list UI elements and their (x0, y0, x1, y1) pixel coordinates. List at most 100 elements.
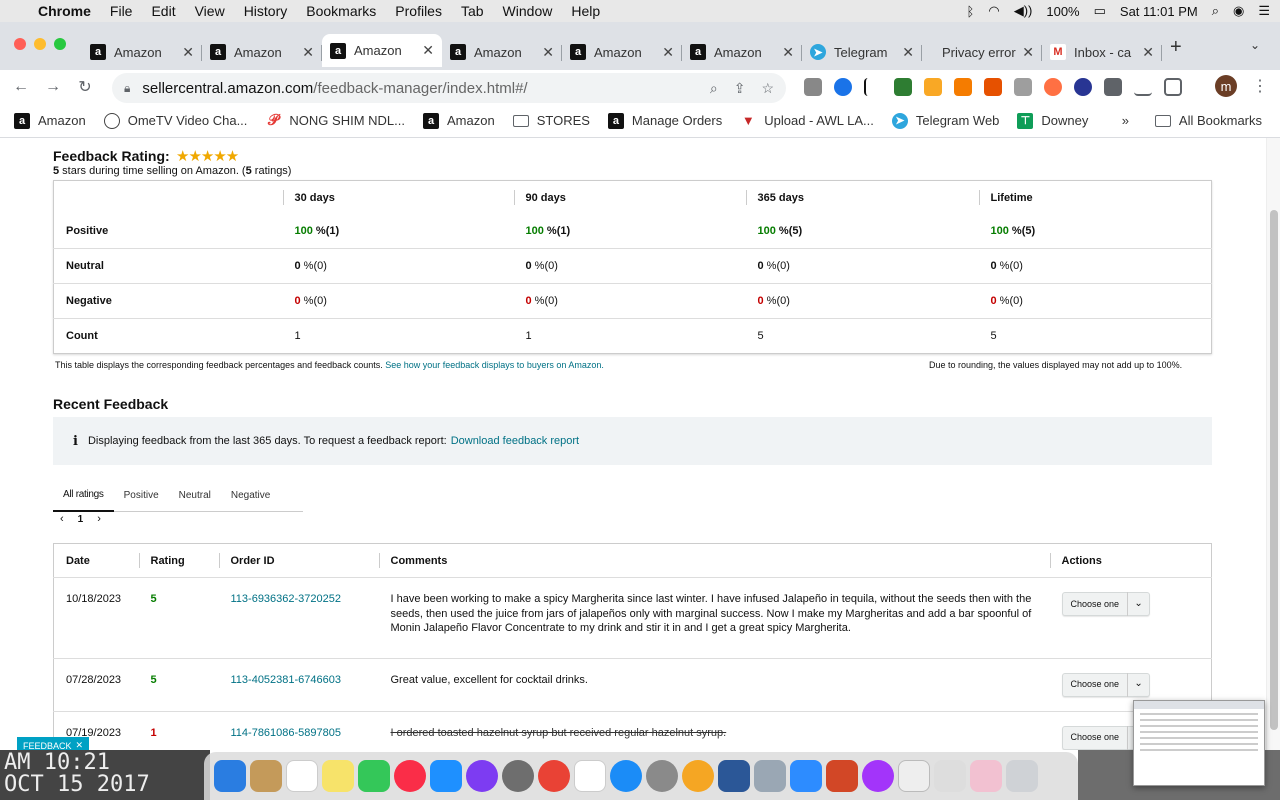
order-id-link[interactable]: 113-6936362-3720252 (231, 593, 342, 605)
menubar-clock[interactable]: Sat 11:01 PM (1120, 4, 1198, 19)
notes-bag-icon[interactable] (250, 760, 282, 792)
extension-rs-icon[interactable] (894, 78, 912, 96)
chevron-down-icon[interactable]: ⌄ (1127, 592, 1149, 616)
chevron-down-icon[interactable]: ⌄ (1127, 672, 1149, 697)
close-tab-icon[interactable]: ✕ (662, 44, 674, 61)
zoom-window-button[interactable] (54, 38, 66, 50)
tab-negative[interactable]: Negative (221, 479, 280, 512)
extension-f-icon[interactable] (1074, 78, 1092, 96)
battery-percent[interactable]: 100% (1046, 4, 1079, 19)
calendar-icon[interactable] (286, 760, 318, 792)
extension-blue-icon[interactable] (834, 78, 852, 96)
tab-search-chevron-icon[interactable]: ⌄ (1250, 38, 1260, 52)
close-tab-icon[interactable]: ✕ (542, 44, 554, 61)
bluetooth-icon[interactable]: ᛒ (967, 4, 975, 19)
close-tab-icon[interactable]: ✕ (182, 44, 194, 61)
tab-7[interactable]: Privacy error ✕ (922, 37, 1042, 67)
bookmark-star-icon[interactable]: ☆ (761, 80, 774, 97)
back-arrow-icon[interactable]: ← (10, 78, 32, 96)
menu-edit[interactable]: Edit (151, 3, 175, 19)
screenshot-preview-thumbnail[interactable] (1133, 700, 1265, 786)
close-tab-icon[interactable]: ✕ (422, 42, 434, 59)
close-tab-icon[interactable]: ✕ (1022, 44, 1034, 61)
download-report-link[interactable]: Download feedback report (451, 435, 579, 447)
tab-4[interactable]: a Amazon ✕ (562, 37, 682, 67)
tab-8[interactable]: M Inbox - ca ✕ (1042, 37, 1162, 67)
preview-icon[interactable] (754, 760, 786, 792)
actions-dropdown[interactable]: Choose one ⌄ (1061, 672, 1151, 697)
page-scrollbar[interactable] (1266, 138, 1280, 750)
chrome-menu-icon[interactable]: ⋮ (1252, 76, 1268, 96)
menu-app-chrome[interactable]: Chrome (38, 3, 91, 19)
extension-feather-icon[interactable] (864, 78, 882, 96)
facetime-icon[interactable] (358, 760, 390, 792)
forward-arrow-icon[interactable]: → (42, 78, 64, 96)
trash-icon[interactable] (1006, 760, 1038, 792)
extension-orange-icon[interactable] (1044, 78, 1062, 96)
tab-neutral[interactable]: Neutral (169, 479, 221, 512)
reload-icon[interactable]: ↻ (74, 77, 96, 97)
siri-icon[interactable]: ◉ (1233, 3, 1244, 19)
powerpoint-icon[interactable] (826, 760, 858, 792)
tab-positive[interactable]: Positive (114, 479, 169, 512)
bookmarks-overflow-button[interactable]: » (1122, 113, 1129, 128)
wifi-icon[interactable]: ◠ (988, 3, 999, 19)
photo-thumb-icon[interactable] (970, 760, 1002, 792)
next-page-chevron-icon[interactable]: › (97, 513, 101, 525)
order-id-link[interactable]: 113-4052381-6746603 (231, 674, 342, 686)
menu-window[interactable]: Window (503, 3, 553, 19)
bookmark-stores[interactable]: STORES (512, 113, 590, 128)
system-preferences-icon[interactable] (502, 760, 534, 792)
bookmark-amazon[interactable]: a Amazon (14, 112, 86, 129)
menu-help[interactable]: Help (571, 3, 600, 19)
actions-dropdown[interactable]: Choose one ⌄ (1061, 592, 1151, 616)
extension-cube-icon[interactable] (1014, 78, 1032, 96)
launchpad-icon[interactable] (646, 760, 678, 792)
music-icon[interactable] (394, 760, 426, 792)
bookmark-amazon-2[interactable]: a Amazon (423, 112, 495, 129)
reminders-icon[interactable] (574, 760, 606, 792)
tab-6[interactable]: ➤ Telegram ✕ (802, 37, 922, 67)
safari-icon[interactable] (610, 760, 642, 792)
address-bar[interactable]: 🔒︎ sellercentral.amazon.com /feedback-ma… (112, 73, 786, 103)
extensions-puzzle-icon[interactable] (1104, 78, 1122, 96)
new-tab-button[interactable]: + (1170, 36, 1182, 59)
extension-aplus-icon[interactable] (924, 78, 942, 96)
extension-off-icon[interactable] (804, 78, 822, 96)
lock-icon[interactable]: 🔒︎ (124, 81, 130, 96)
menu-view[interactable]: View (195, 3, 225, 19)
word-icon[interactable] (718, 760, 750, 792)
battery-icon[interactable]: ▭ (1094, 3, 1106, 19)
siri-dock-icon[interactable] (466, 760, 498, 792)
order-id-link[interactable]: 114-7861086-5897805 (231, 727, 342, 739)
chrome-icon[interactable] (538, 760, 570, 792)
menu-file[interactable]: File (110, 3, 133, 19)
stickies-icon[interactable] (322, 760, 354, 792)
buyer-display-link[interactable]: See how your feedback displays to buyers… (385, 360, 604, 370)
spotlight-search-icon[interactable]: ⌕ (1212, 3, 1219, 19)
tab-all-ratings[interactable]: All ratings (53, 479, 114, 512)
volume-icon[interactable]: ◀)) (1014, 3, 1033, 19)
tab-1[interactable]: a Amazon ✕ (202, 37, 322, 67)
bookmark-telegram-web[interactable]: ➤ Telegram Web (891, 112, 999, 129)
extension-js-icon[interactable] (954, 78, 972, 96)
tab-0[interactable]: a Amazon ✕ (82, 37, 202, 67)
bookmark-upload-awl[interactable]: ▼ Upload - AWL LA... (740, 113, 874, 129)
side-panel-icon[interactable] (1164, 78, 1182, 96)
photos-icon[interactable] (682, 760, 714, 792)
close-tab-icon[interactable]: ✕ (302, 44, 314, 61)
close-tab-icon[interactable]: ✕ (782, 44, 794, 61)
share-icon[interactable]: ⇪ (734, 80, 746, 97)
image-thumb-icon[interactable] (934, 760, 966, 792)
app-store-icon[interactable] (430, 760, 462, 792)
control-center-icon[interactable]: ☰ (1258, 3, 1270, 19)
bookmark-manage-orders[interactable]: a Manage Orders (607, 112, 722, 129)
all-bookmarks-button[interactable]: All Bookmarks (1154, 113, 1262, 128)
menu-profiles[interactable]: Profiles (395, 3, 442, 19)
tab-3[interactable]: a Amazon ✕ (442, 37, 562, 67)
prev-page-chevron-icon[interactable]: ‹ (60, 513, 64, 525)
menu-tab[interactable]: Tab (461, 3, 484, 19)
minimize-window-button[interactable] (34, 38, 46, 50)
close-tab-icon[interactable]: ✕ (1142, 44, 1154, 61)
page-number[interactable]: 1 (78, 514, 84, 525)
